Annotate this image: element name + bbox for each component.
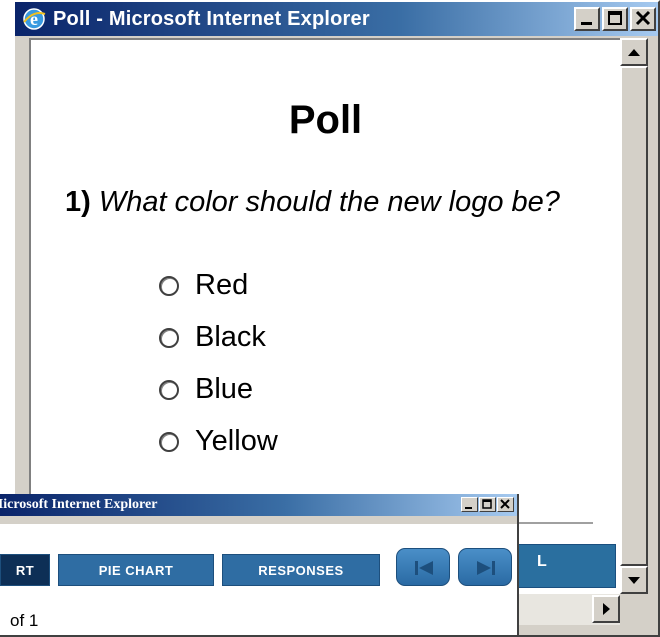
tab-bar-chart[interactable]: RT	[0, 554, 50, 586]
minimize-button[interactable]	[461, 497, 478, 512]
main-title-bar[interactable]: e Poll - Microsoft Internet Explorer	[15, 2, 658, 36]
tab-label: PIE CHART	[98, 562, 174, 578]
close-button[interactable]	[497, 497, 514, 512]
maximize-icon	[482, 499, 492, 509]
option-blue[interactable]: Blue	[159, 373, 253, 406]
tab-responses[interactable]: RESPONSES	[222, 554, 380, 586]
question-number: 1)	[65, 186, 91, 218]
ie-logo-icon: e	[21, 6, 47, 32]
results-title-bar[interactable]: Microsoft Internet Explorer	[0, 494, 517, 516]
close-button[interactable]	[630, 7, 656, 31]
poll-question: 1) What color should the new logo be?	[65, 186, 560, 219]
results-browser-window: Microsoft Internet Explorer RT PIE CHART…	[0, 494, 519, 637]
tab-pie-chart[interactable]: PIE CHART	[58, 554, 214, 586]
page-heading: Poll	[288, 98, 363, 142]
scroll-right-button[interactable]	[592, 595, 620, 623]
minimize-icon	[465, 507, 472, 509]
tab-label: RESPONSES	[258, 562, 344, 578]
page-indicator: of 1	[10, 611, 39, 630]
radio-red[interactable]	[159, 275, 179, 296]
maximize-button[interactable]	[602, 7, 628, 31]
maximize-icon	[608, 11, 622, 25]
radio-black[interactable]	[159, 327, 179, 348]
radio-blue[interactable]	[159, 379, 179, 400]
scroll-up-icon	[628, 49, 640, 56]
option-label: Black	[195, 321, 266, 353]
option-label: Blue	[195, 373, 254, 405]
tab-label: RT	[15, 562, 35, 578]
scroll-right-icon	[603, 603, 610, 615]
radio-yellow[interactable]	[159, 431, 179, 452]
option-label: Red	[195, 269, 249, 301]
vertical-scrollbar[interactable]	[620, 38, 648, 594]
question-text: What color should the new logo be?	[98, 186, 560, 218]
scrollbar-corner	[620, 594, 648, 625]
close-icon	[635, 10, 651, 26]
scroll-down-icon	[628, 577, 640, 584]
results-frame-border	[0, 516, 517, 524]
scroll-down-button[interactable]	[620, 566, 648, 594]
main-window-title: Poll - Microsoft Internet Explorer	[53, 7, 370, 30]
svg-text:e: e	[30, 9, 38, 29]
previous-button[interactable]	[396, 548, 450, 586]
scrollbar-thumb[interactable]	[620, 66, 648, 566]
option-yellow[interactable]: Yellow	[159, 425, 278, 458]
submit-bar-label: L	[537, 553, 547, 570]
next-button[interactable]	[458, 548, 512, 586]
option-red[interactable]: Red	[159, 269, 248, 302]
results-window-title: Microsoft Internet Explorer	[0, 497, 158, 512]
minimize-icon	[581, 22, 592, 25]
scroll-up-button[interactable]	[620, 38, 648, 66]
maximize-button[interactable]	[479, 497, 496, 512]
minimize-button[interactable]	[574, 7, 600, 31]
next-icon	[477, 561, 495, 575]
prev-icon	[415, 561, 433, 575]
option-black[interactable]: Black	[159, 321, 266, 354]
option-label: Yellow	[195, 425, 278, 457]
close-icon	[500, 499, 510, 509]
